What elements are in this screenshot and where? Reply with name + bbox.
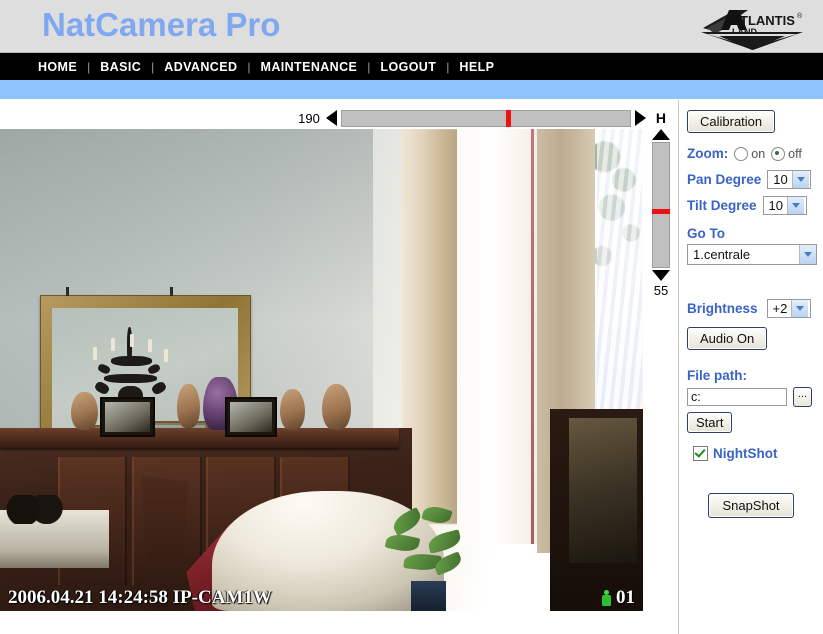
tilt-value: 55 xyxy=(653,283,669,298)
nav-item-basic[interactable]: BASIC xyxy=(90,60,151,74)
zoom-on-radio[interactable] xyxy=(734,146,749,161)
nav-item-advanced[interactable]: ADVANCED xyxy=(154,60,247,74)
zoom-control: Zoom: on off xyxy=(687,146,823,161)
scene-mirror-hook xyxy=(65,287,69,297)
scene-photo-frame xyxy=(225,396,278,437)
night-shot-label: NightShot xyxy=(713,446,778,461)
svg-text:TLANTIS: TLANTIS xyxy=(740,13,795,28)
tilt-degree-value: 10 xyxy=(768,198,783,213)
scene-cabinet-glass xyxy=(569,418,637,563)
zoom-on-label: on xyxy=(751,146,766,161)
brightness-control: Brightness +2 xyxy=(687,299,823,318)
pan-degree-value: 10 xyxy=(773,172,788,187)
tilt-slider: 55 xyxy=(646,129,676,298)
go-to-label: Go To xyxy=(687,226,725,241)
accent-band xyxy=(0,80,823,100)
brightness-select[interactable]: +2 xyxy=(766,299,811,318)
calibration-button[interactable]: Calibration xyxy=(687,110,776,133)
zoom-off-radio[interactable] xyxy=(771,146,786,161)
pan-slider-track[interactable] xyxy=(340,109,631,127)
snapshot-button[interactable]: SnapShot xyxy=(708,493,794,518)
pan-axis-label: H xyxy=(655,110,666,126)
nav-item-maintenance[interactable]: MAINTENANCE xyxy=(251,60,368,74)
chevron-down-icon[interactable] xyxy=(799,245,816,264)
nav-item-home[interactable]: HOME xyxy=(28,60,87,74)
scene-table-objects xyxy=(6,495,65,525)
scene-vase xyxy=(279,389,306,431)
start-recording-button[interactable]: Start xyxy=(687,412,733,433)
file-path-control: File path: ... xyxy=(687,368,823,407)
nav-item-help[interactable]: HELP xyxy=(449,60,504,74)
go-to-value: 1.centrale xyxy=(693,247,751,262)
tilt-slider-thumb[interactable] xyxy=(652,208,670,214)
chevron-down-icon[interactable] xyxy=(787,197,804,214)
triangle-down-icon[interactable] xyxy=(652,270,670,281)
go-to-control: Go To 1.centrale xyxy=(687,226,823,265)
chevron-down-icon[interactable] xyxy=(791,300,809,317)
main-content: 190 H 2006.04.21 14:24:58 IP-CAM1W 01 55… xyxy=(0,100,823,634)
night-shot-checkbox[interactable] xyxy=(693,446,708,461)
pan-slider-thumb[interactable] xyxy=(506,109,512,127)
chevron-down-icon[interactable] xyxy=(791,171,809,188)
pan-degree-label: Pan Degree xyxy=(687,172,762,187)
file-path-input[interactable] xyxy=(687,388,787,406)
scene-curtain-edge xyxy=(531,129,535,544)
zoom-off-label: off xyxy=(788,146,802,161)
video-scene xyxy=(0,129,643,611)
atlantis-land-logo: TLANTIS ® LAND xyxy=(701,10,803,50)
tilt-degree-select[interactable]: 10 xyxy=(762,196,807,215)
pan-slider-row: 190 H xyxy=(0,105,678,131)
browse-button[interactable]: ... xyxy=(793,387,812,407)
scene-vase xyxy=(321,384,352,431)
scene-potted-plant xyxy=(384,503,470,611)
scene-mirror-hook xyxy=(170,287,174,297)
file-path-label: File path: xyxy=(687,368,747,383)
brightness-value: +2 xyxy=(772,301,788,316)
triangle-up-icon[interactable] xyxy=(652,129,670,140)
page-title: NatCamera Pro xyxy=(42,6,281,43)
scene-vase xyxy=(70,391,98,431)
tilt-degree-control: Tilt Degree 10 xyxy=(687,196,823,215)
scene-photo-frame xyxy=(99,396,156,437)
scene-sideboard-top xyxy=(0,427,399,449)
go-to-select[interactable]: 1.centrale xyxy=(687,244,817,265)
nav-item-logout[interactable]: LOGOUT xyxy=(370,60,446,74)
app-header: NatCamera Pro TLANTIS ® LAND xyxy=(0,0,823,53)
pan-value: 190 xyxy=(298,110,320,126)
triangle-left-icon[interactable] xyxy=(325,110,337,126)
audio-toggle-button[interactable]: Audio On xyxy=(687,327,768,350)
main-navigation: HOME | BASIC | ADVANCED | MAINTENANCE | … xyxy=(0,53,823,80)
brightness-label: Brightness xyxy=(687,301,758,316)
scene-vase xyxy=(176,384,200,428)
pan-degree-select[interactable]: 10 xyxy=(767,170,812,189)
pan-degree-control: Pan Degree 10 xyxy=(687,170,823,189)
zoom-label: Zoom: xyxy=(687,146,729,161)
camera-control-panel: Calibration Zoom: on off Pan Degree 10 T… xyxy=(678,100,823,634)
night-shot-control: NightShot xyxy=(693,446,823,461)
scene-curtain-mid xyxy=(456,129,541,544)
tilt-slider-track[interactable] xyxy=(652,142,670,268)
tilt-degree-label: Tilt Degree xyxy=(687,198,757,213)
triangle-right-icon[interactable] xyxy=(634,110,646,126)
camera-video-view[interactable]: 2006.04.21 14:24:58 IP-CAM1W 01 xyxy=(0,129,643,611)
svg-text:®: ® xyxy=(797,12,803,20)
